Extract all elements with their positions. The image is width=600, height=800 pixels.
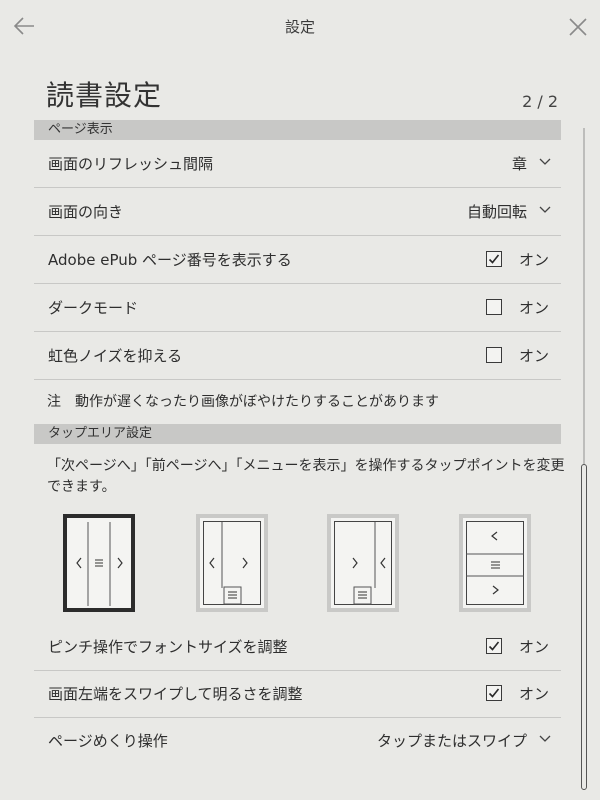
note-text: 注 動作が遅くなったり画像がぼやけたりすることがあります [47, 394, 439, 410]
tap-layout-option-3[interactable] [327, 514, 399, 612]
page-title: 読書設定 [46, 79, 163, 112]
scrollbar-thumb[interactable] [581, 464, 587, 790]
check-icon [488, 254, 500, 264]
checkbox-unchecked[interactable] [486, 299, 502, 315]
page-indicator: 2 / 2 [522, 92, 558, 111]
chevron-down-icon [539, 206, 551, 213]
check-icon [488, 688, 500, 698]
layout-two-columns-reversed-icon [352, 522, 386, 605]
top-bar: 設定 [0, 0, 600, 56]
setting-row-adobe-page-numbers: Adobe ePub ページ番号を表示する オン [34, 236, 561, 284]
layout-two-columns-menu-bottom-icon [209, 522, 248, 605]
section-header-page-display: ページ表示 [34, 120, 561, 140]
row-label: 画面左端をスワイプして明るさを調整 [48, 685, 303, 703]
setting-row-swipe-brightness: 画面左端をスワイプして明るさを調整 オン [34, 670, 561, 718]
tap-layout-option-2[interactable] [196, 514, 268, 612]
checkbox-unchecked[interactable] [486, 347, 502, 363]
layout-three-columns-icon [76, 522, 123, 606]
row-value: タップまたはスワイプ [376, 732, 527, 750]
setting-row-page-turn[interactable]: ページめくり操作 タップまたはスワイプ [34, 717, 561, 764]
toggle-label: オン [518, 638, 549, 656]
section-header-tap-area: タップエリア設定 [34, 424, 561, 444]
layout-frame [327, 514, 399, 612]
tap-layout-option-1[interactable] [63, 514, 135, 612]
setting-row-pinch-font-size: ピンチ操作でフォントサイズを調整 オン [34, 623, 561, 671]
toggle-label: オン [518, 685, 549, 703]
row-label: ダークモード [48, 299, 139, 317]
setting-row-dark-mode: ダークモード オン [34, 284, 561, 332]
chevron-down-icon [539, 158, 551, 165]
row-label: 虹色ノイズを抑える [48, 347, 183, 365]
tap-area-description: 「次ページへ」「前ページへ」「メニューを表示」を操作するタップポイントを変更でき… [47, 458, 565, 495]
toggle-label: オン [518, 251, 549, 269]
chevron-down-icon [539, 735, 551, 742]
row-value: 自動回転 [466, 203, 527, 221]
row-label: 画面の向き [48, 203, 124, 221]
setting-row-rainbow-noise: 虹色ノイズを抑える オン [34, 332, 561, 380]
checkbox-checked[interactable] [486, 251, 502, 267]
layout-frame-selected [63, 514, 135, 612]
toggle-label: オン [518, 299, 549, 317]
check-icon [488, 641, 500, 651]
row-label: ページめくり操作 [48, 732, 168, 750]
tap-layout-option-4[interactable] [459, 514, 531, 612]
row-label: Adobe ePub ページ番号を表示する [48, 251, 292, 269]
toggle-label: オン [518, 347, 549, 365]
row-label: 画面のリフレッシュ間隔 [48, 155, 214, 173]
close-icon[interactable] [565, 14, 591, 40]
layout-frame [196, 514, 268, 612]
layout-three-rows-icon [466, 531, 524, 595]
row-value: 章 [511, 155, 527, 173]
topbar-title: 設定 [284, 18, 315, 36]
scrollbar[interactable] [581, 128, 587, 790]
row-label: ピンチ操作でフォントサイズを調整 [48, 638, 288, 656]
checkbox-checked[interactable] [486, 685, 502, 701]
checkbox-checked[interactable] [486, 638, 502, 654]
setting-row-orientation[interactable]: 画面の向き 自動回転 [34, 188, 561, 236]
setting-row-refresh-interval[interactable]: 画面のリフレッシュ間隔 章 [34, 140, 561, 188]
layout-frame [459, 514, 531, 612]
